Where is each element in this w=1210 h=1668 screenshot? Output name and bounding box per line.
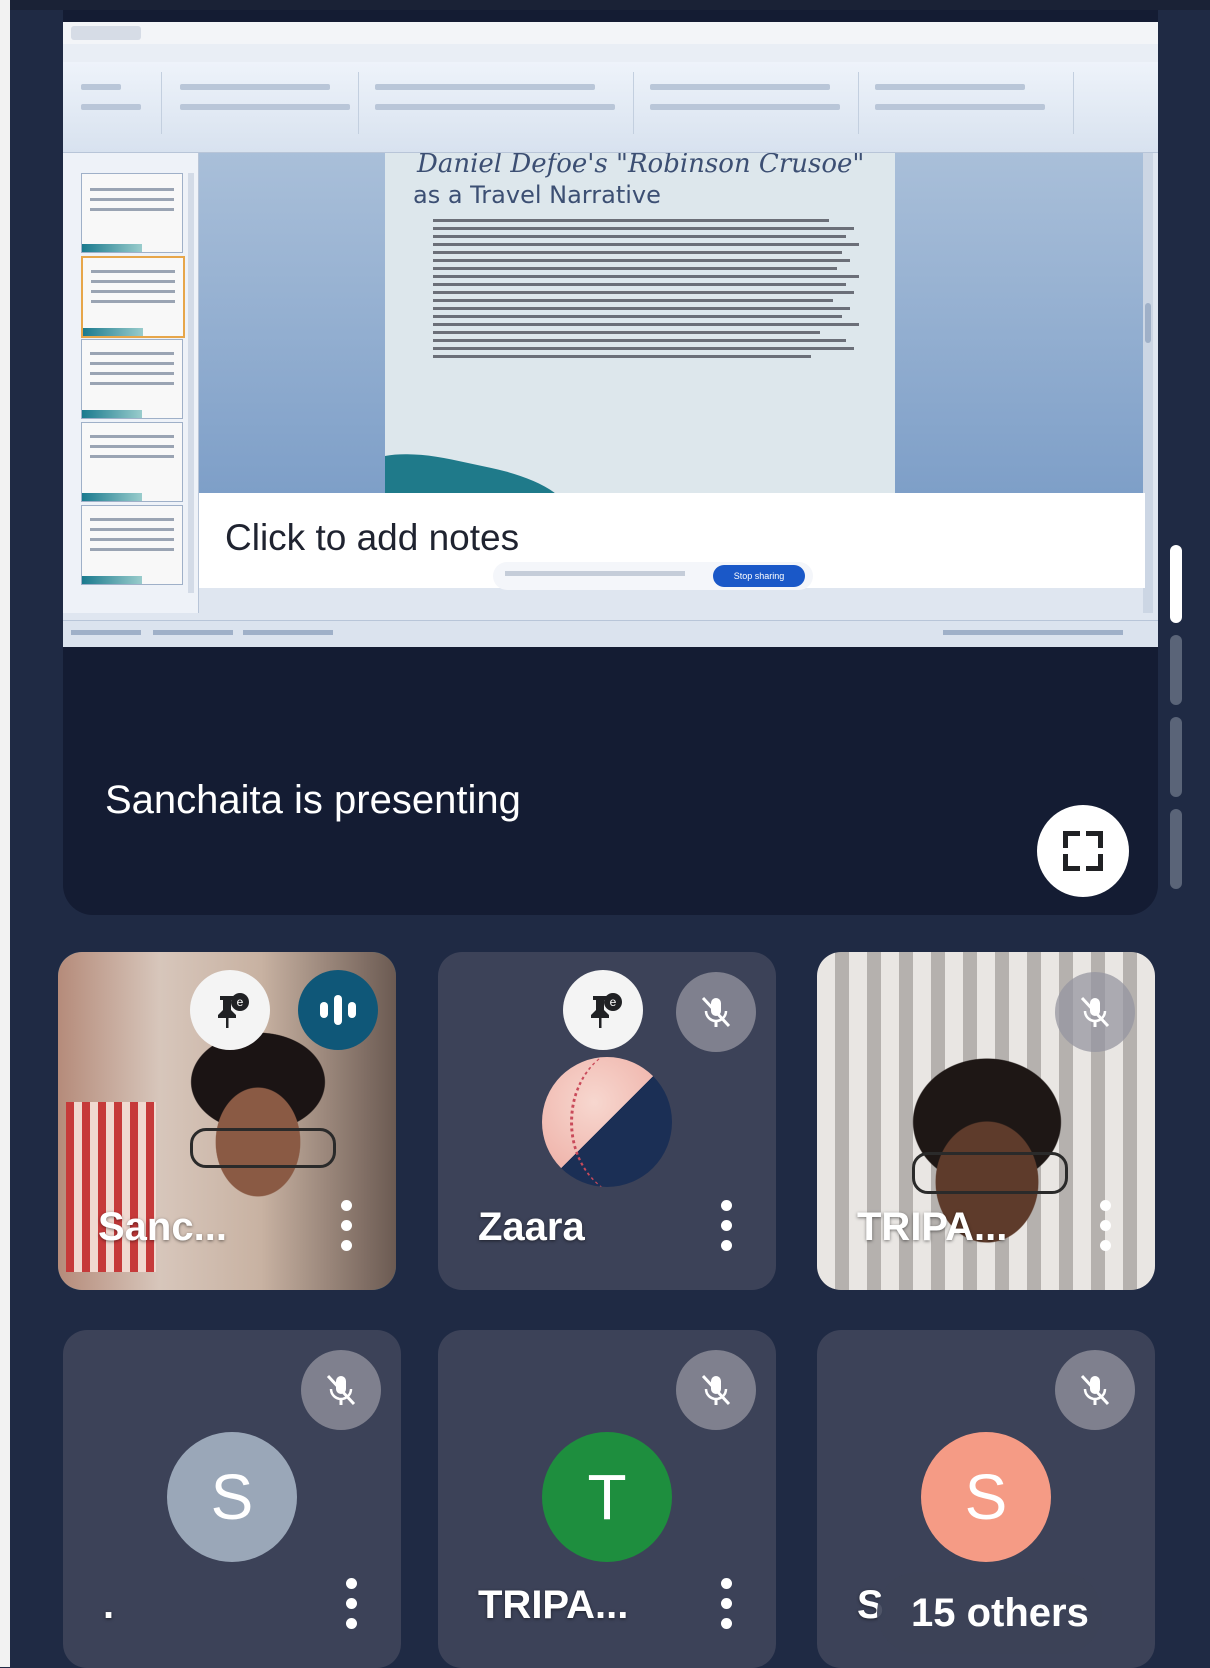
participant-tile[interactable]: T TRIPA... <box>438 1330 776 1668</box>
window-edge <box>0 0 10 1667</box>
slide-decoration <box>385 442 570 493</box>
slide-thumbnail[interactable] <box>81 505 183 585</box>
ppt-statusbar <box>63 620 1158 647</box>
presentation-card[interactable]: Daniel Defoe's "Robinson Crusoe" as a Tr… <box>63 10 1158 915</box>
participant-tile[interactable]: S . <box>63 1330 401 1668</box>
mic-off-indicator <box>1055 1350 1135 1430</box>
ppt-menubar <box>63 44 1158 62</box>
sharing-message <box>505 571 685 576</box>
stop-sharing-button[interactable]: Stop sharing <box>713 565 805 587</box>
mic-off-icon <box>1080 1374 1110 1406</box>
mic-off-icon <box>701 1374 731 1406</box>
mic-off-indicator <box>1055 972 1135 1052</box>
more-options-button[interactable] <box>1099 1200 1111 1252</box>
slide-thumbnail-selected[interactable] <box>81 256 185 338</box>
svg-text:e: e <box>237 995 244 1009</box>
slide-thumbnail[interactable] <box>81 339 183 419</box>
mic-off-icon <box>701 996 731 1028</box>
mic-off-icon <box>1080 996 1110 1028</box>
participant-tile[interactable]: TRIPA... <box>817 952 1155 1290</box>
slide-thumbnail[interactable] <box>81 173 183 253</box>
mic-off-icon <box>326 1374 356 1406</box>
participant-avatar: S <box>167 1432 297 1562</box>
participant-name: . <box>103 1583 115 1627</box>
top-strip <box>10 0 1210 10</box>
participant-name: Sanc... <box>98 1205 227 1249</box>
mic-off-indicator <box>301 1350 381 1430</box>
audio-level-indicator <box>298 970 378 1050</box>
ppt-titlebar <box>63 22 1158 45</box>
more-options-button[interactable] <box>720 1200 732 1252</box>
presenter-label: Sanchaita is presenting <box>105 778 521 822</box>
participant-avatar: S <box>921 1432 1051 1562</box>
mic-off-indicator <box>676 1350 756 1430</box>
page-scroll-indicator[interactable] <box>1170 545 1184 890</box>
shared-screen: Daniel Defoe's "Robinson Crusoe" as a Tr… <box>63 22 1158 647</box>
more-options-button[interactable] <box>720 1578 732 1630</box>
slide-thumbnail[interactable] <box>81 422 183 502</box>
pin-button[interactable]: e <box>190 970 270 1050</box>
participant-name: Zaara <box>478 1205 585 1249</box>
svg-text:e: e <box>610 995 617 1009</box>
pin-icon: e <box>218 993 249 1028</box>
participant-tile[interactable]: S S 15 others <box>817 1330 1155 1668</box>
sharing-bar: Stop sharing <box>493 562 813 590</box>
slide-thumbnails-panel[interactable] <box>63 153 199 613</box>
fullscreen-button[interactable] <box>1037 805 1129 897</box>
window-controls <box>1088 26 1148 40</box>
quick-access-toolbar <box>71 26 141 40</box>
participant-avatar: T <box>542 1432 672 1562</box>
slide-canvas[interactable]: Daniel Defoe's "Robinson Crusoe" as a Tr… <box>199 153 1145 493</box>
participant-tile[interactable]: e Zaara <box>438 952 776 1290</box>
thumbnail-scrollbar[interactable] <box>188 173 194 593</box>
participant-name: TRIPA... <box>478 1583 629 1627</box>
pin-button[interactable]: e <box>563 970 643 1050</box>
ppt-ribbon <box>63 62 1158 153</box>
slide-title-line1: Daniel Defoe's "Robinson Crusoe" <box>417 153 865 179</box>
participant-tile[interactable]: e Sanc... <box>58 952 396 1290</box>
slide-body-text <box>433 219 863 363</box>
pin-icon: e <box>591 993 622 1028</box>
more-options-button[interactable] <box>340 1200 352 1252</box>
participant-avatar <box>542 1057 672 1187</box>
slide-title-line2: as a Travel Narrative <box>413 181 661 209</box>
more-options-button[interactable] <box>345 1578 357 1630</box>
fullscreen-icon <box>1063 831 1103 871</box>
mic-off-indicator <box>676 972 756 1052</box>
notes-placeholder: Click to add notes <box>225 517 520 558</box>
others-count-button[interactable]: 15 others <box>877 1572 1102 1654</box>
current-slide: Daniel Defoe's "Robinson Crusoe" as a Tr… <box>385 153 895 493</box>
participant-name: TRIPA... <box>857 1205 1008 1249</box>
